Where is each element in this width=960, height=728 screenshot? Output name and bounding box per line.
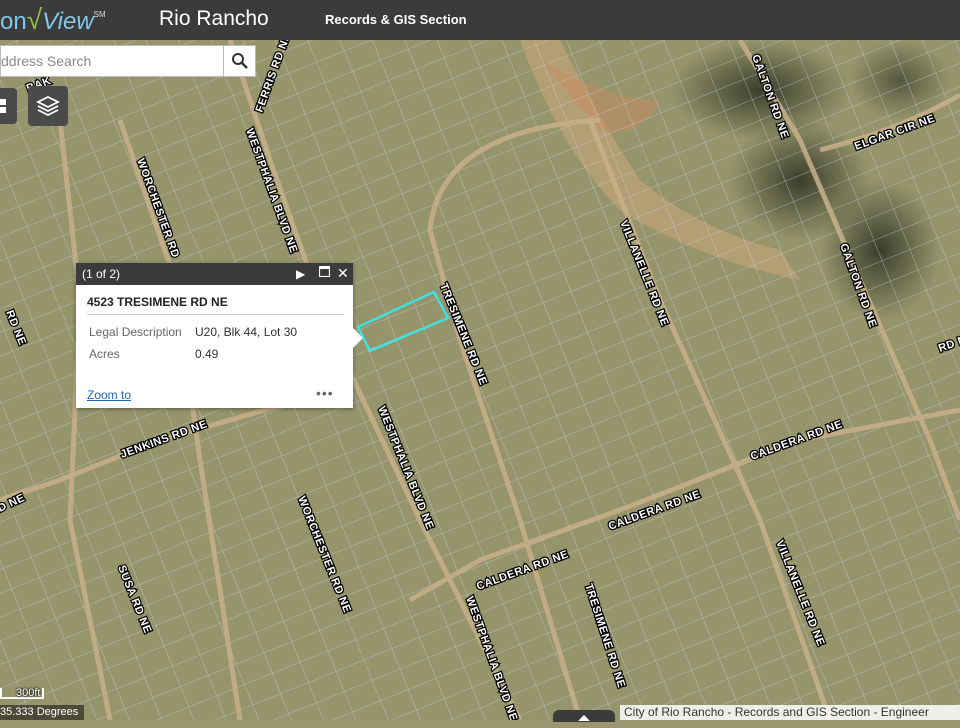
coordinates-readout: 35.333 Degrees	[0, 705, 84, 720]
divider	[87, 314, 344, 315]
more-options-icon[interactable]: •••	[316, 385, 334, 401]
expand-toggle-button[interactable]	[553, 710, 615, 722]
section-title: Records & GIS Section	[325, 12, 467, 27]
field-label: Legal Description	[89, 325, 182, 339]
maximize-icon[interactable]	[318, 265, 331, 280]
search-icon	[231, 53, 248, 69]
attribution: City of Rio Rancho - Records and GIS Sec…	[620, 705, 960, 720]
zoom-to-link[interactable]: Zoom to	[87, 388, 131, 402]
search-input[interactable]: ddress Search	[0, 45, 224, 77]
popup-count: (1 of 2)	[82, 267, 121, 281]
field-label: Acres	[89, 347, 120, 361]
next-icon[interactable]: ▶	[296, 267, 305, 281]
search-button[interactable]	[223, 45, 256, 77]
top-bar: on√ViewSM Rio Rancho Records & GIS Secti…	[0, 0, 960, 40]
grid-icon	[0, 99, 6, 113]
layers-button[interactable]	[28, 86, 68, 126]
field-value: U20, Blk 44, Lot 30	[195, 325, 298, 339]
popup-title: 4523 TRESIMENE RD NE	[87, 295, 228, 309]
field-value: 0.49	[195, 347, 219, 361]
checkmark-icon: √	[26, 4, 43, 35]
popup-header: (1 of 2) ▶ ✕	[76, 263, 353, 285]
scale-label: 300ft	[16, 687, 41, 699]
app-logo[interactable]: on√ViewSM	[0, 4, 106, 36]
layers-icon	[36, 95, 60, 117]
basemap-button[interactable]	[0, 88, 17, 124]
close-icon[interactable]: ✕	[337, 265, 349, 282]
popup-pointer	[353, 328, 363, 348]
feature-popup: (1 of 2) ▶ ✕ 4523 TRESIMENE RD NE Legal …	[76, 263, 353, 408]
city-title: Rio Rancho	[159, 7, 269, 30]
